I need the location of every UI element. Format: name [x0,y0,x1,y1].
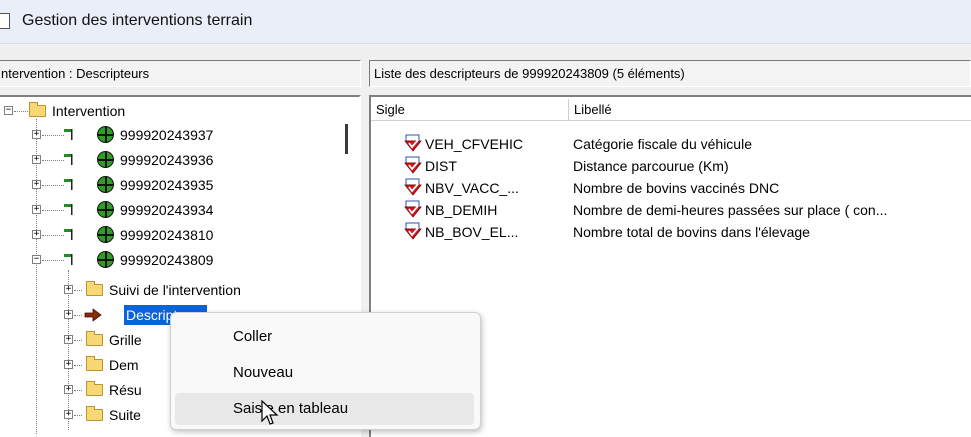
tree-connector [74,315,82,316]
flag-icon [64,254,73,265]
tree-connector [42,235,64,236]
expand-toggle[interactable]: + [64,335,73,344]
title-bar: Gestion des interventions terrain [0,0,971,44]
flag-icon [64,129,73,140]
window-icon [0,13,10,29]
descriptor-icon [404,178,422,196]
right-panel-header: Liste des descripteurs de 999920243809 (… [369,60,971,87]
flag-icon [64,154,73,165]
list-item[interactable]: NB_BOV_EL... Nombre total de bovins dans … [371,221,971,243]
tree-connector [14,111,28,112]
tree-node-intervention-999920243936[interactable]: 999920243936 [120,150,213,170]
tree-node-child[interactable]: Suite [109,405,141,425]
tree-node-intervention-999920243934[interactable]: 999920243934 [120,200,213,220]
expand-toggle[interactable]: + [64,360,73,369]
flag-icon [64,229,73,240]
descriptor-sigle: DIST [425,158,457,174]
descriptor-libelle: Nombre total de bovins dans l'élevage [573,224,810,240]
globe-icon [97,226,114,243]
expand-toggle[interactable]: + [64,310,73,319]
tree-connector [74,365,82,366]
globe-icon [97,201,114,218]
column-header-sigle[interactable]: Sigle [371,99,569,121]
expand-toggle[interactable]: + [64,285,73,294]
collapse-toggle[interactable]: − [4,106,13,115]
tree-node-intervention-999920243810[interactable]: 999920243810 [120,225,213,245]
descriptor-sigle: VEH_CFVEHIC [425,136,524,152]
expand-toggle[interactable]: + [32,130,41,139]
window-title: Gestion des interventions terrain [22,12,253,29]
tree-connector [74,415,82,416]
descriptor-libelle: Nombre de demi-heures passées sur place … [573,202,888,218]
globe-icon [97,176,114,193]
tree-connector [74,340,82,341]
folder-icon [86,381,103,396]
menu-item-saisie-en-tableau[interactable]: Saisie en tableau [175,393,474,425]
tree-node-intervention-999920243935[interactable]: 999920243935 [120,175,213,195]
folder-icon [86,331,103,346]
tree-connector [42,160,64,161]
descriptor-libelle: Distance parcourue (Km) [573,158,729,174]
descriptor-sigle: NB_DEMIH [425,202,498,218]
context-menu: Coller Nouveau Saisie en tableau [170,312,481,430]
expand-toggle[interactable]: + [64,410,73,419]
descriptor-icon [404,156,422,174]
expand-toggle[interactable]: + [32,230,41,239]
descriptor-sigle: NBV_VACC_... [425,180,519,196]
tree-connector [42,260,64,261]
expand-toggle[interactable]: + [32,155,41,164]
flag-icon [64,179,73,190]
list-item[interactable]: NB_DEMIH Nombre de demi-heures passées su… [371,199,971,221]
menu-item-nouveau[interactable]: Nouveau [175,357,474,389]
tree-connector [36,119,37,434]
tree-connector [74,290,82,291]
descriptor-icon [404,134,422,152]
tree-connector [68,270,69,430]
globe-icon [97,126,114,143]
descriptor-icon [404,200,422,218]
folder-icon [86,281,103,296]
tree-node-child[interactable]: Suivi de l'intervention [109,280,241,300]
flag-icon [64,204,73,215]
column-header-libelle[interactable]: Libellé [569,99,971,121]
tree-node-child[interactable]: Résu [109,380,142,400]
tree-connector [42,210,64,211]
tree-node-intervention[interactable]: Intervention [52,101,125,121]
expand-toggle[interactable]: + [32,205,41,214]
globe-icon [97,251,114,268]
list-item[interactable]: NBV_VACC_... Nombre de bovins vaccinés DN… [371,177,971,199]
tree-node-intervention-999920243937[interactable]: 999920243937 [120,125,213,145]
tree-scrollbar[interactable] [345,124,348,154]
expand-toggle[interactable]: + [64,385,73,394]
tree-connector [74,390,82,391]
descriptor-icon [404,222,422,240]
list-item[interactable]: VEH_CFVEHIC Catégorie fiscale du véhicule [371,133,971,155]
folder-icon [29,102,46,117]
tree-connector [42,185,64,186]
tree-node-child[interactable]: Grille [109,330,142,350]
tree-connector [42,135,64,136]
descriptor-libelle: Catégorie fiscale du véhicule [573,136,752,152]
collapse-toggle[interactable]: − [32,255,41,264]
descriptor-libelle: Nombre de bovins vaccinés DNC [573,180,780,196]
tree-node-intervention-999920243809[interactable]: 999920243809 [120,250,213,270]
folder-icon [86,406,103,421]
left-panel-header: ntervention : Descripteurs [0,60,361,87]
tree-node-child[interactable]: Dem [109,355,139,375]
expand-toggle[interactable]: + [32,180,41,189]
list-item[interactable]: DIST Distance parcourue (Km) [371,155,971,177]
mouse-cursor-icon [261,400,279,425]
folder-icon [86,356,103,371]
menu-item-coller[interactable]: Coller [175,321,474,353]
arrow-right-icon [84,308,102,322]
globe-icon [97,151,114,168]
descriptor-sigle: NB_BOV_EL... [425,224,519,240]
